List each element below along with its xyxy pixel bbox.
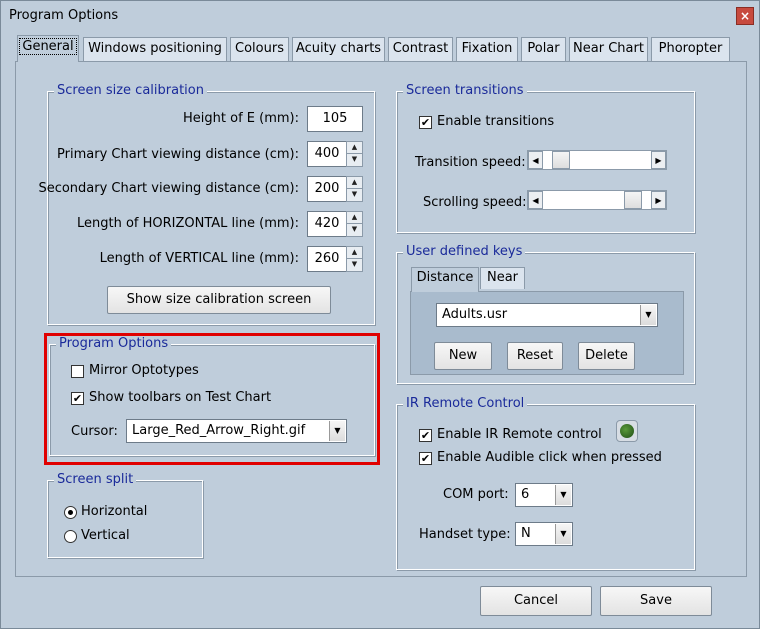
horizontal-radio-label: Horizontal bbox=[81, 504, 148, 519]
scrolling-speed-label: Scrolling speed: bbox=[423, 195, 527, 210]
group-title: Screen transitions bbox=[403, 83, 527, 99]
delete-button[interactable]: Delete bbox=[578, 342, 635, 370]
vertical-line-input[interactable]: 260 bbox=[307, 246, 347, 272]
show-toolbars-label: Show toolbars on Test Chart bbox=[89, 390, 272, 405]
show-calibration-screen-button[interactable]: Show size calibration screen bbox=[107, 286, 331, 314]
enable-ir-remote-checkbox[interactable]: ✔ bbox=[419, 429, 432, 442]
handset-type-value: N bbox=[521, 526, 531, 541]
enable-audible-click-label: Enable Audible click when pressed bbox=[437, 450, 662, 465]
tab-general[interactable]: General bbox=[17, 35, 79, 62]
mirror-optotypes-label: Mirror Optotypes bbox=[89, 363, 199, 378]
spin-up-icon[interactable]: ▲ bbox=[347, 177, 362, 189]
slider-thumb[interactable] bbox=[624, 191, 642, 209]
user-keys-file-value: Adults.usr bbox=[442, 307, 508, 322]
handset-type-select[interactable]: N ▼ bbox=[515, 522, 573, 546]
user-keys-file-select[interactable]: Adults.usr ▼ bbox=[436, 303, 658, 327]
right-arrow-icon[interactable]: ▶ bbox=[651, 151, 666, 169]
program-options-window: Program Options × General Windows positi… bbox=[0, 0, 760, 629]
primary-distance-label: Primary Chart viewing distance (cm): bbox=[57, 147, 299, 162]
tab-distance[interactable]: Distance bbox=[411, 267, 479, 292]
group-title: Screen size calibration bbox=[54, 83, 207, 99]
transition-speed-label: Transition speed: bbox=[415, 155, 526, 170]
new-button[interactable]: New bbox=[434, 342, 492, 370]
secondary-distance-label: Secondary Chart viewing distance (cm): bbox=[38, 181, 299, 196]
chevron-down-icon[interactable]: ▼ bbox=[640, 305, 656, 325]
vertical-line-label: Length of VERTICAL line (mm): bbox=[99, 251, 299, 266]
tab-windows-positioning[interactable]: Windows positioning bbox=[83, 37, 227, 61]
spin-down-icon[interactable]: ▼ bbox=[347, 259, 362, 271]
group-title: IR Remote Control bbox=[403, 396, 528, 412]
spin-up-icon[interactable]: ▲ bbox=[347, 247, 362, 259]
enable-audible-click-checkbox[interactable]: ✔ bbox=[419, 452, 432, 465]
vertical-radio[interactable] bbox=[64, 530, 77, 543]
chevron-down-icon[interactable]: ▼ bbox=[555, 485, 571, 505]
tab-near-chart[interactable]: Near Chart bbox=[569, 37, 648, 61]
spin-down-icon[interactable]: ▼ bbox=[347, 189, 362, 201]
cursor-label: Cursor: bbox=[71, 424, 118, 439]
height-of-e-input[interactable]: 105 bbox=[307, 106, 363, 132]
com-port-select[interactable]: 6 ▼ bbox=[515, 483, 573, 507]
left-arrow-icon[interactable]: ◀ bbox=[528, 151, 543, 169]
tab-near[interactable]: Near bbox=[480, 267, 525, 289]
vertical-line-spinner[interactable]: ▲ ▼ bbox=[346, 246, 363, 272]
save-button[interactable]: Save bbox=[600, 586, 712, 616]
enable-transitions-label: Enable transitions bbox=[437, 114, 555, 129]
horizontal-line-spinner[interactable]: ▲ ▼ bbox=[346, 211, 363, 237]
transition-speed-slider[interactable]: ◀ ▶ bbox=[527, 150, 667, 170]
tab-polar[interactable]: Polar bbox=[521, 37, 566, 61]
cursor-select-value: Large_Red_Arrow_Right.gif bbox=[132, 423, 306, 438]
show-toolbars-checkbox[interactable]: ✔ bbox=[71, 392, 84, 405]
tab-fixation[interactable]: Fixation bbox=[456, 37, 518, 61]
screen-split-group: Screen split bbox=[47, 472, 203, 558]
spin-down-icon[interactable]: ▼ bbox=[347, 224, 362, 236]
group-title: Screen split bbox=[54, 472, 137, 488]
group-title: User defined keys bbox=[403, 244, 526, 260]
tab-acuity-charts[interactable]: Acuity charts bbox=[292, 37, 385, 61]
spin-down-icon[interactable]: ▼ bbox=[347, 154, 362, 166]
secondary-distance-input[interactable]: 200 bbox=[307, 176, 347, 202]
ir-status-led-icon bbox=[616, 420, 638, 442]
primary-distance-spinner[interactable]: ▲ ▼ bbox=[346, 141, 363, 167]
tab-phoropter[interactable]: Phoropter bbox=[651, 37, 730, 61]
com-port-label: COM port: bbox=[443, 487, 509, 502]
handset-type-label: Handset type: bbox=[419, 527, 511, 542]
vertical-radio-label: Vertical bbox=[81, 528, 130, 543]
spin-up-icon[interactable]: ▲ bbox=[347, 212, 362, 224]
tab-colours[interactable]: Colours bbox=[230, 37, 289, 61]
secondary-distance-spinner[interactable]: ▲ ▼ bbox=[346, 176, 363, 202]
right-arrow-icon[interactable]: ▶ bbox=[651, 191, 666, 209]
window-title: Program Options bbox=[9, 8, 119, 23]
horizontal-line-input[interactable]: 420 bbox=[307, 211, 347, 237]
group-title: Program Options bbox=[56, 336, 172, 352]
cursor-select[interactable]: Large_Red_Arrow_Right.gif ▼ bbox=[126, 419, 347, 443]
title-bar: Program Options × bbox=[1, 1, 759, 31]
reset-button[interactable]: Reset bbox=[507, 342, 563, 370]
primary-distance-input[interactable]: 400 bbox=[307, 141, 347, 167]
spin-up-icon[interactable]: ▲ bbox=[347, 142, 362, 154]
cancel-button[interactable]: Cancel bbox=[480, 586, 592, 616]
enable-ir-remote-label: Enable IR Remote control bbox=[437, 427, 602, 442]
slider-thumb[interactable] bbox=[552, 151, 570, 169]
tab-contrast[interactable]: Contrast bbox=[388, 37, 453, 61]
chevron-down-icon[interactable]: ▼ bbox=[555, 524, 571, 544]
close-button[interactable]: × bbox=[736, 7, 754, 25]
left-arrow-icon[interactable]: ◀ bbox=[528, 191, 543, 209]
height-of-e-label: Height of E (mm): bbox=[183, 111, 299, 126]
mirror-optotypes-checkbox[interactable] bbox=[71, 365, 84, 378]
horizontal-radio[interactable] bbox=[64, 506, 77, 519]
com-port-value: 6 bbox=[521, 487, 530, 502]
horizontal-line-label: Length of HORIZONTAL line (mm): bbox=[76, 216, 299, 231]
chevron-down-icon[interactable]: ▼ bbox=[329, 421, 345, 441]
scrolling-speed-slider[interactable]: ◀ ▶ bbox=[527, 190, 667, 210]
enable-transitions-checkbox[interactable]: ✔ bbox=[419, 116, 432, 129]
